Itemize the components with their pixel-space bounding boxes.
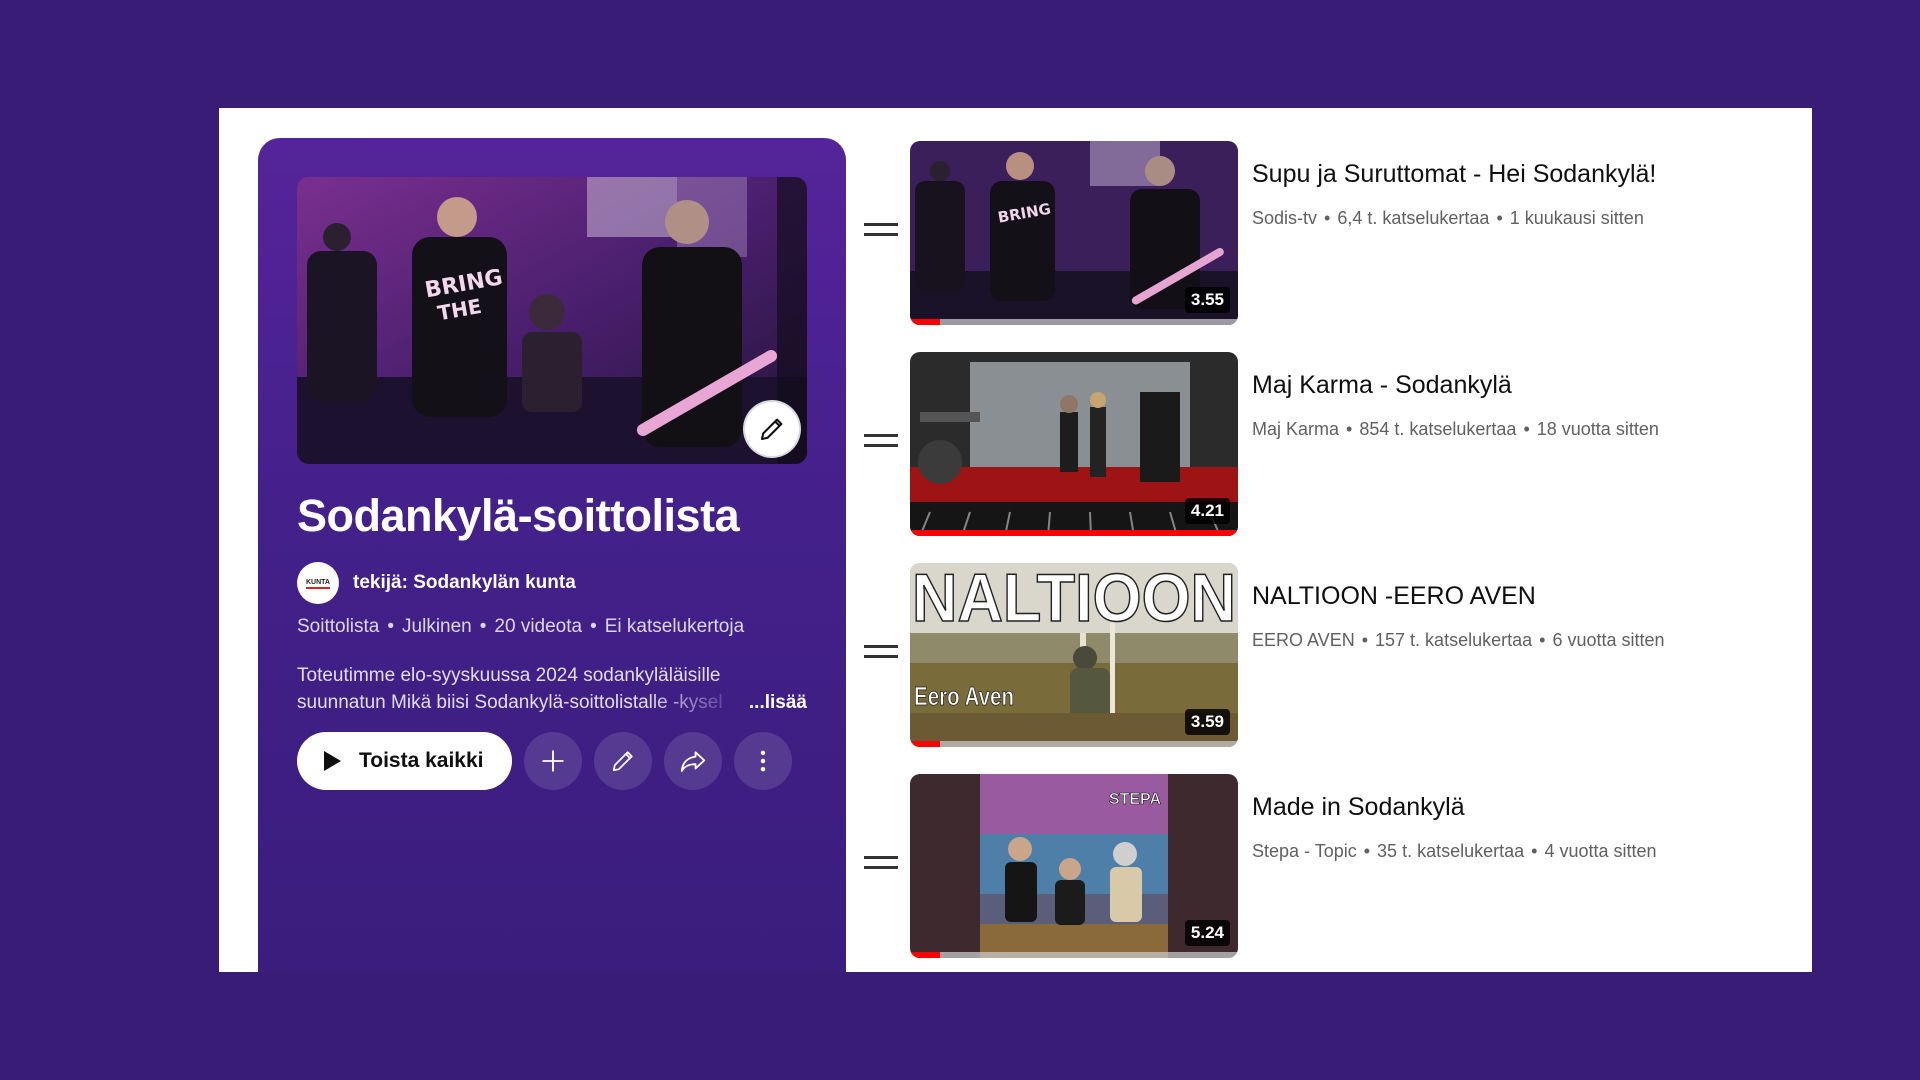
video-age: 6 vuotta sitten (1552, 630, 1665, 650)
meta-separator: • (1539, 630, 1546, 650)
watch-progress-fill (910, 319, 940, 325)
playlist-title: Sodankylä-soittolista (297, 490, 740, 541)
drag-handle-icon[interactable] (864, 429, 898, 451)
video-views: 6,4 t. katselukertaa (1337, 208, 1490, 228)
description-line-1: Toteutimme elo-syyskuussa 2024 sodankylä… (297, 665, 721, 686)
video-channel[interactable]: Maj Karma (1252, 419, 1339, 439)
avatar[interactable]: KUNTA (297, 562, 339, 604)
add-to-button[interactable] (523, 732, 582, 790)
meta-separator: • (1363, 841, 1371, 861)
video-duration: 5.24 (1184, 920, 1230, 946)
video-thumbnail[interactable]: NALTIOON Eero Aven 3.59 (910, 563, 1238, 747)
meta-video-count: 20 videota (494, 616, 583, 637)
playlist-meta: Soittolista • Julkinen • 20 videota • Ei… (297, 616, 744, 638)
thumbnail-band-text: STEPA (1109, 791, 1162, 808)
meta-separator: • (387, 616, 395, 637)
playlist-thumbnail[interactable]: BRING THE (297, 177, 807, 464)
avatar-logo-text: KUNTA (306, 578, 330, 589)
meta-separator: • (1346, 419, 1353, 439)
video-duration: 4.21 (1184, 498, 1230, 524)
drag-handle-icon[interactable] (864, 640, 898, 662)
watch-progress-bar (910, 530, 1238, 536)
drag-handle-icon[interactable] (864, 851, 898, 873)
video-views: 157 t. katselukertaa (1375, 630, 1533, 650)
watch-progress-bar (910, 741, 1238, 747)
meta-separator: • (1324, 208, 1331, 228)
description-line-2: suunnatun Mikä biisi Sodankylä-soittolis… (297, 692, 723, 713)
more-actions-button[interactable] (733, 732, 792, 790)
video-age: 18 vuotta sitten (1536, 419, 1659, 439)
watch-progress-bar (910, 952, 1238, 958)
video-channel[interactable]: Sodis-tv (1252, 208, 1317, 228)
video-meta: Stepa - Topic • 35 t. katselukertaa • 4 vuot… (1252, 841, 1657, 862)
playlist-video-item[interactable]: NALTIOON Eero Aven 3.59 NALTIOON -EERO A… (859, 560, 1799, 750)
meta-separator: • (1531, 841, 1538, 861)
video-meta: EERO AVEN • 157 t. katselukertaa • 6 vuotta … (1252, 630, 1665, 651)
meta-separator: • (1496, 208, 1503, 228)
video-duration: 3.55 (1184, 287, 1230, 313)
meta-separator: • (1523, 419, 1530, 439)
video-age: 4 vuotta sitten (1544, 841, 1657, 861)
video-title[interactable]: NALTIOON -EERO AVEN (1252, 582, 1536, 611)
watch-progress-bar (910, 319, 1238, 325)
playlist-video-item[interactable]: 4.21 Maj Karma - Sodankylä Maj Karma • 854… (859, 349, 1799, 539)
playlist-thumbnail-image: BRING THE (297, 177, 807, 464)
playlist-owner[interactable]: KUNTA tekijä: Sodankylän kunta (297, 562, 576, 604)
more-vert-icon (760, 750, 765, 772)
meta-separator: • (590, 616, 597, 637)
video-thumbnail[interactable]: 4.21 (910, 352, 1238, 536)
meta-separator: • (479, 616, 487, 637)
meta-views: Ei katselukertoja (604, 616, 745, 637)
share-icon (680, 751, 705, 772)
watch-progress-fill (910, 530, 1238, 536)
show-more-link[interactable]: ...lisää (749, 689, 807, 716)
thumbnail-title-text: NALTIOON (912, 563, 1236, 636)
video-age: 1 kuukausi sitten (1509, 208, 1644, 228)
playlist-actions: Toista kaikki (297, 732, 792, 790)
video-title[interactable]: Supu ja Suruttomat - Hei Sodankylä! (1252, 160, 1656, 189)
video-title[interactable]: Made in Sodankylä (1252, 793, 1465, 822)
video-thumbnail[interactable]: BRING 3.55 (910, 141, 1238, 325)
play-icon (324, 751, 341, 771)
owner-link[interactable]: tekijä: Sodankylän kunta (353, 572, 576, 594)
edit-thumbnail-button[interactable] (743, 400, 801, 458)
plus-icon (542, 750, 564, 772)
share-button[interactable] (663, 732, 722, 790)
video-meta: Maj Karma • 854 t. katselukertaa • 18 vuotta… (1252, 419, 1659, 440)
pencil-icon (612, 751, 633, 772)
playlist-header-panel: BRING THE Sodankylä-soittolista KUNTA te… (258, 138, 846, 972)
video-thumbnail[interactable]: STEPA 5.24 (910, 774, 1238, 958)
watch-progress-fill (910, 952, 940, 958)
play-all-label: Toista kaikki (359, 749, 484, 772)
watch-progress-fill (910, 741, 940, 747)
play-all-button[interactable]: Toista kaikki (297, 732, 512, 790)
playlist-video-item[interactable]: BRING 3.55 Supu ja Suruttomat - Hei Soda… (859, 138, 1799, 328)
video-meta: Sodis-tv • 6,4 t. katselukertaa • 1 kuukausi… (1252, 208, 1644, 229)
video-title[interactable]: Maj Karma - Sodankylä (1252, 371, 1512, 400)
meta-visibility: Julkinen (402, 616, 472, 637)
video-channel[interactable]: EERO AVEN (1252, 630, 1355, 650)
video-views: 35 t. katselukertaa (1377, 841, 1525, 861)
video-views: 854 t. katselukertaa (1359, 419, 1517, 439)
thumbnail-artist-text: Eero Aven (914, 681, 1014, 711)
pencil-icon (761, 418, 783, 440)
drag-handle-icon[interactable] (864, 218, 898, 240)
playlist-page: BRING THE Sodankylä-soittolista KUNTA te… (219, 108, 1812, 972)
meta-separator: • (1361, 630, 1369, 650)
video-channel[interactable]: Stepa - Topic (1252, 841, 1357, 861)
meta-type: Soittolista (297, 616, 380, 637)
description-line-2-row: suunnatun Mikä biisi Sodankylä-soittolis… (297, 689, 807, 716)
playlist-description[interactable]: Toteutimme elo-syyskuussa 2024 sodankylä… (297, 662, 807, 716)
playlist-video-item[interactable]: STEPA 5.24 Made in Sodankylä Stepa - Top… (859, 771, 1799, 961)
video-duration: 3.59 (1184, 709, 1230, 735)
edit-playlist-button[interactable] (593, 732, 652, 790)
